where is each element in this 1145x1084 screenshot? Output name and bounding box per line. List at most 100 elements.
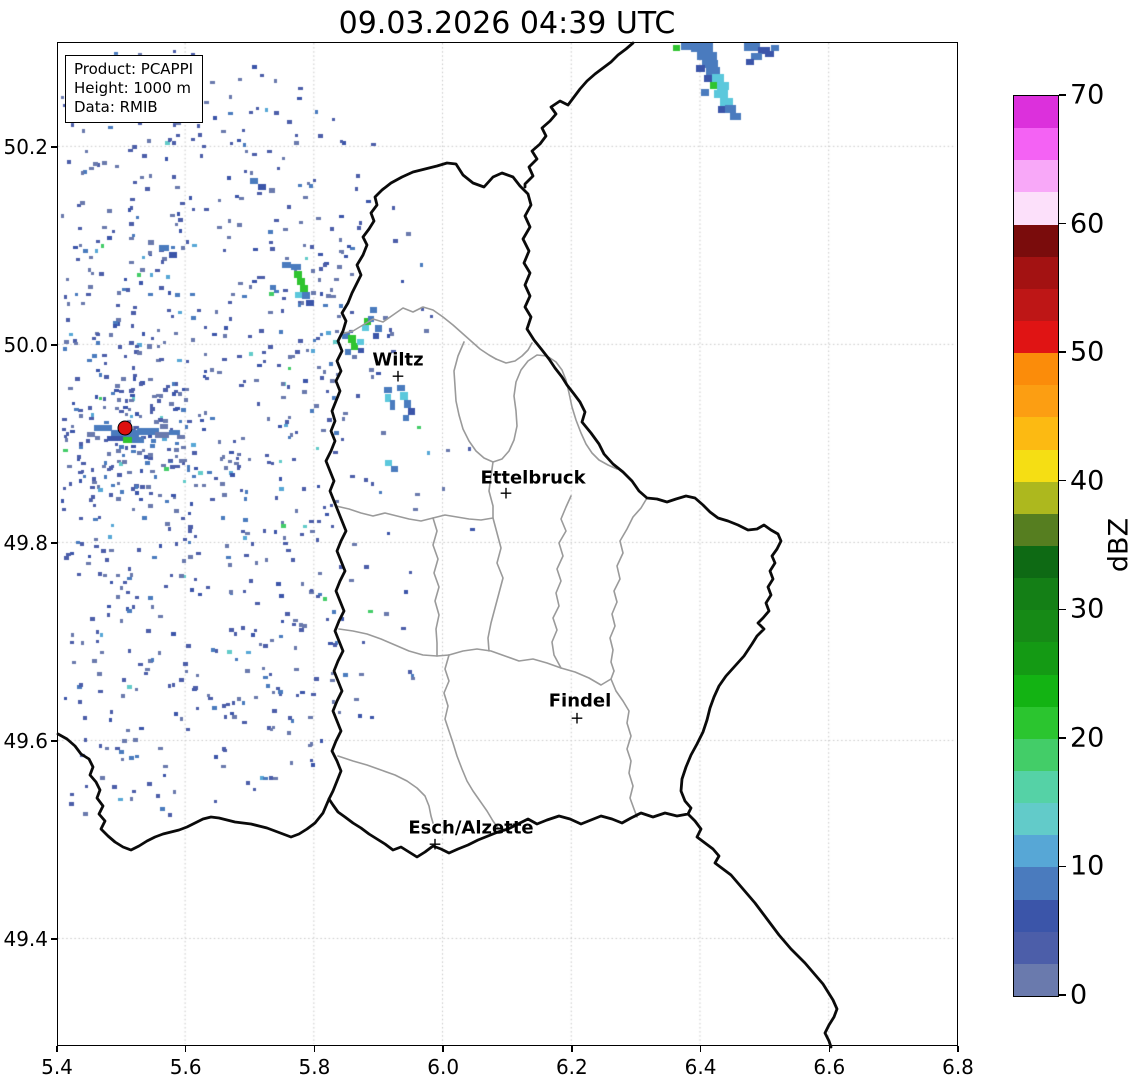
colorbar-band	[1014, 707, 1058, 739]
x-tick-mark	[829, 1046, 830, 1052]
colorbar-tick-label: 50	[1070, 337, 1104, 368]
colorbar-band	[1014, 610, 1058, 642]
colorbar-band	[1014, 257, 1058, 289]
colorbar-band	[1014, 225, 1058, 257]
colorbar-tick-label: 0	[1070, 980, 1087, 1011]
city-marker-icon: +	[428, 835, 442, 855]
colorbar-tick-mark	[1059, 737, 1066, 738]
district-border-8	[610, 498, 647, 671]
colorbar-tick-label: 10	[1070, 851, 1104, 882]
x-tick-label: 6.8	[942, 1055, 974, 1079]
y-tick-label: 50.0	[2, 333, 48, 357]
district-border-7	[611, 679, 637, 817]
colorbar-tick-label: 20	[1070, 722, 1104, 753]
x-tick-mark	[700, 1046, 701, 1052]
district-border-2	[336, 506, 493, 521]
colorbar-band	[1014, 417, 1058, 449]
radar-site-dot	[118, 421, 133, 436]
info-product: Product: PCAPPI	[74, 60, 193, 79]
colorbar-band	[1014, 385, 1058, 417]
district-border-6	[444, 655, 498, 828]
x-tick-label: 5.8	[299, 1055, 331, 1079]
y-tick-mark	[51, 938, 57, 939]
colorbar-band	[1014, 482, 1058, 514]
colorbar-band	[1014, 739, 1058, 771]
colorbar-tick-mark	[1059, 351, 1066, 352]
y-tick-label: 49.6	[2, 729, 48, 753]
radar-figure: 09.03.2026 04:39 UTC Product: PCAPPI Hei…	[0, 0, 1145, 1084]
city-marker-icon: +	[391, 367, 405, 387]
colorbar-tick-mark	[1059, 609, 1066, 610]
product-info-box: Product: PCAPPI Height: 1000 m Data: RMI…	[65, 55, 203, 123]
colorbar-tick-mark	[1059, 866, 1066, 867]
y-tick-mark	[51, 146, 57, 147]
y-tick-label: 49.8	[2, 531, 48, 555]
colorbar-band	[1014, 835, 1058, 867]
info-data-source: Data: RMIB	[74, 98, 193, 117]
x-tick-label: 6.6	[813, 1055, 845, 1079]
country-borders-svg	[58, 43, 956, 1044]
district-border-9	[552, 496, 571, 668]
colorbar-band	[1014, 578, 1058, 610]
neighbor-country-border-2	[688, 814, 837, 1047]
dbz-colorbar	[1013, 95, 1059, 997]
colorbar-band	[1014, 96, 1058, 128]
x-tick-label: 6.0	[427, 1055, 459, 1079]
district-border-5	[449, 649, 614, 685]
district-border-1	[454, 342, 617, 469]
x-tick-label: 5.6	[170, 1055, 202, 1079]
colorbar-band	[1014, 932, 1058, 964]
district-border-11	[496, 343, 532, 363]
colorbar-tick-mark	[1059, 223, 1066, 224]
neighbor-country-border-0	[525, 43, 633, 187]
y-tick-mark	[51, 740, 57, 741]
city-marker-icon: +	[499, 484, 513, 504]
neighbor-country-border-1	[58, 734, 329, 850]
colorbar-tick-mark	[1059, 94, 1066, 95]
district-border-10	[338, 756, 433, 823]
colorbar-tick-mark	[1059, 994, 1066, 995]
colorbar-tick-label: 70	[1070, 80, 1104, 111]
y-tick-mark	[51, 542, 57, 543]
figure-title: 09.03.2026 04:39 UTC	[339, 6, 676, 41]
colorbar-band	[1014, 450, 1058, 482]
x-tick-label: 6.4	[685, 1055, 717, 1079]
colorbar-band	[1014, 128, 1058, 160]
colorbar-band	[1014, 867, 1058, 899]
x-tick-mark	[442, 1046, 443, 1052]
colorbar-band	[1014, 192, 1058, 224]
colorbar-band	[1014, 353, 1058, 385]
colorbar-tick-mark	[1059, 480, 1066, 481]
city-label-ettelbruck: Ettelbruck	[480, 468, 585, 489]
colorbar-tick-label: 40	[1070, 465, 1104, 496]
city-marker-icon: +	[570, 709, 584, 729]
x-tick-label: 5.4	[41, 1055, 73, 1079]
x-tick-mark	[314, 1046, 315, 1052]
colorbar-tick-label: 30	[1070, 594, 1104, 625]
colorbar-band	[1014, 514, 1058, 546]
colorbar-band	[1014, 771, 1058, 803]
colorbar-band	[1014, 803, 1058, 835]
info-height: Height: 1000 m	[74, 79, 193, 98]
colorbar-band	[1014, 964, 1058, 996]
x-tick-mark	[185, 1046, 186, 1052]
x-tick-mark	[957, 1046, 958, 1052]
y-tick-mark	[51, 344, 57, 345]
colorbar-band	[1014, 289, 1058, 321]
colorbar-band	[1014, 321, 1058, 353]
y-tick-label: 49.4	[2, 927, 48, 951]
colorbar-tick-label: 60	[1070, 208, 1104, 239]
district-border-12	[433, 518, 439, 656]
y-tick-label: 50.2	[2, 135, 48, 159]
colorbar-band	[1014, 642, 1058, 674]
x-tick-mark	[571, 1046, 572, 1052]
x-tick-mark	[56, 1046, 57, 1052]
colorbar-band	[1014, 675, 1058, 707]
map-plot-area	[57, 42, 958, 1046]
colorbar-band	[1014, 546, 1058, 578]
luxembourg-border	[326, 163, 781, 857]
colorbar-band	[1014, 160, 1058, 192]
colorbar-band	[1014, 900, 1058, 932]
colorbar-axis-label: dBZ	[1104, 518, 1135, 572]
district-border-4	[339, 629, 449, 656]
